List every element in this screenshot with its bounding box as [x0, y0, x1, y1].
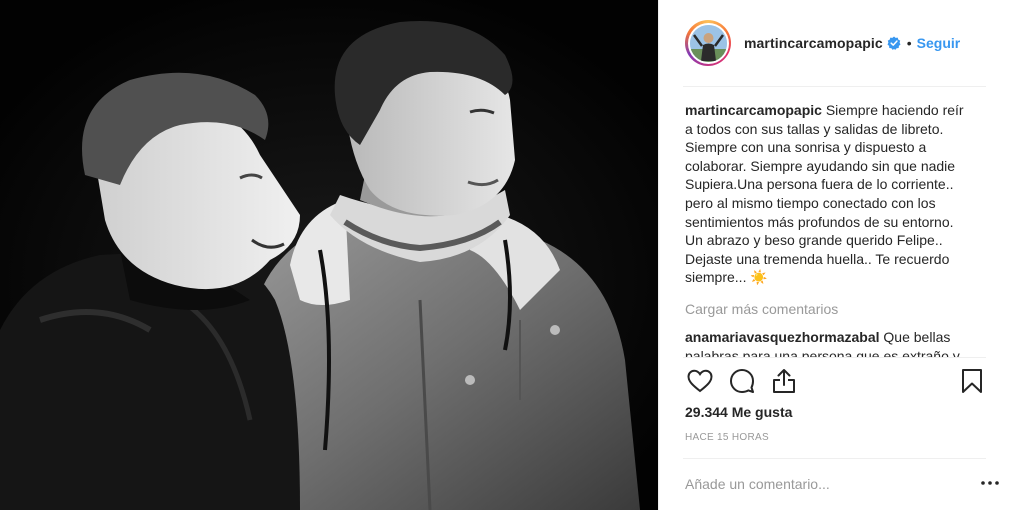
- load-more-comments-button[interactable]: Cargar más comentarios: [685, 301, 838, 317]
- caption-username[interactable]: martincarcamopapic: [685, 102, 822, 118]
- caption-line: Siempre con una sonrisa y dispuesto a: [685, 139, 927, 156]
- share-upload-icon: [773, 369, 795, 393]
- likes-count[interactable]: 29.344 Me gusta: [685, 404, 792, 420]
- divider: [683, 86, 986, 87]
- verified-badge-icon: [887, 36, 901, 50]
- post-actions: [685, 366, 985, 396]
- save-button[interactable]: [957, 366, 987, 396]
- post-timestamp[interactable]: HACE 15 HORAS: [685, 432, 769, 443]
- caption-line: colaborar. Siempre ayudando sin que nadi…: [685, 157, 956, 174]
- divider: [683, 357, 986, 358]
- avatar: [689, 24, 727, 62]
- post-caption: martincarcamopapic Siempre haciendo reír…: [685, 101, 981, 287]
- post-header: martincarcamopapic • Seguir: [685, 17, 985, 69]
- share-button[interactable]: [769, 366, 799, 396]
- caption-line: a todos con sus tallas y salidas de libr…: [685, 120, 944, 137]
- post-side-panel: martincarcamopapic • Seguir martincarcam…: [658, 0, 1009, 510]
- caption-line: Supiera.Una persona fuera de lo corrient…: [685, 176, 954, 193]
- follow-button[interactable]: Seguir: [917, 35, 961, 51]
- ellipsis-icon: [981, 481, 999, 485]
- more-options-button[interactable]: [979, 476, 1001, 490]
- comment-item: anamariavasquezhormazabal Que bellas pal…: [685, 328, 981, 357]
- caption-line: Dejaste una tremenda huella.. Te recuerd…: [685, 250, 950, 267]
- comment-button[interactable]: [727, 366, 757, 396]
- avatar-story-ring[interactable]: [685, 20, 731, 66]
- caption-line: pero al mismo tiempo conectado con los: [685, 194, 936, 211]
- caption-line: Un abrazo y beso grande querido Felipe..: [685, 232, 943, 249]
- header-separator: •: [906, 35, 912, 51]
- header-username[interactable]: martincarcamopapic: [744, 35, 883, 51]
- caption-line: siempre... ☀️: [685, 269, 768, 286]
- caption-line: sentimientos más profundos de su entorno…: [685, 213, 954, 230]
- divider: [683, 458, 986, 459]
- bookmark-icon: [962, 369, 982, 393]
- avatar-image: [689, 24, 727, 62]
- avatar-frame: [687, 22, 729, 64]
- heart-icon: [687, 369, 713, 393]
- comment-username[interactable]: anamariavasquezhormazabal: [685, 329, 880, 345]
- caption-text: Siempre haciendo reír: [825, 102, 964, 118]
- post-photo[interactable]: [0, 0, 658, 510]
- add-comment-input[interactable]: [685, 472, 955, 496]
- comment-bubble-icon: [730, 369, 754, 393]
- caption-line-1: martincarcamopapic Siempre haciendo reír: [685, 101, 981, 120]
- photo-image: [0, 0, 658, 510]
- like-button[interactable]: [685, 366, 715, 396]
